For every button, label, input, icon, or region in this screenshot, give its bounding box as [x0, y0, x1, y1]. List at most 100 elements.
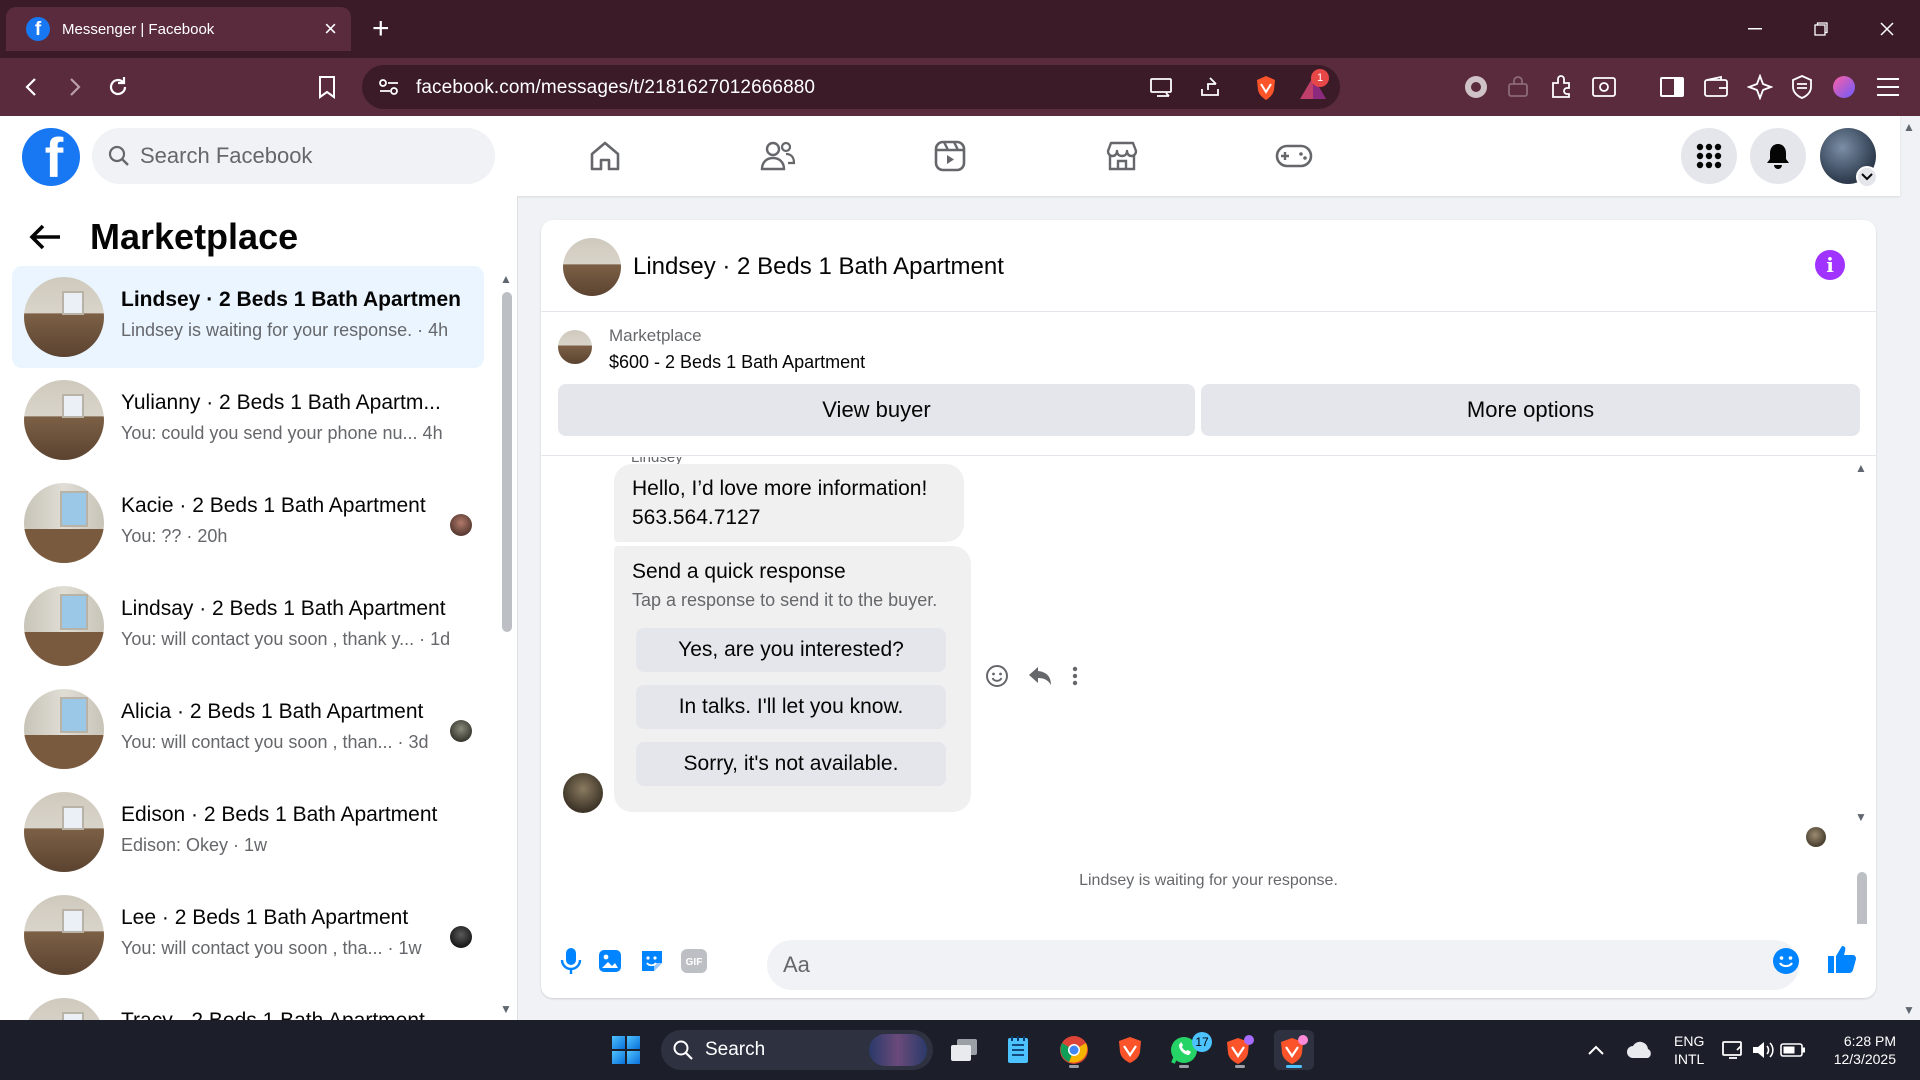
more-vertical-icon[interactable]	[1071, 665, 1079, 687]
quick-response-yes-button[interactable]: Yes, are you interested?	[636, 628, 946, 672]
chat-scroll-down-icon[interactable]: ▼	[1855, 810, 1867, 824]
address-bar[interactable]: facebook.com/messages/t/2181627012666880	[362, 65, 1340, 109]
notepad-icon[interactable]	[998, 1030, 1038, 1070]
brave-icon[interactable]	[1110, 1030, 1150, 1070]
profile-icon[interactable]	[1828, 71, 1860, 103]
chat-scrollbar[interactable]	[1857, 872, 1867, 924]
sidebar-icon[interactable]	[1656, 71, 1688, 103]
info-icon[interactable]: i	[1815, 250, 1845, 280]
search-input[interactable]	[140, 143, 440, 169]
like-thumbs-up-icon[interactable]	[1826, 944, 1856, 974]
view-buyer-button[interactable]: View buyer	[558, 384, 1195, 436]
chat-scroll-up-icon[interactable]: ▲	[1855, 461, 1867, 475]
system-clock[interactable]: 6:28 PM 12/3/2025	[1824, 1032, 1896, 1068]
share-icon[interactable]	[1194, 71, 1226, 103]
conversation-item[interactable]: Lindsey · 2 Beds 1 Bath Apartment Lindse…	[12, 266, 484, 368]
minimize-icon[interactable]	[1722, 0, 1788, 58]
menu-grid-icon[interactable]	[1681, 128, 1737, 184]
back-icon[interactable]	[16, 71, 48, 103]
browser-tab[interactable]: f Messenger | Facebook ×	[6, 7, 351, 51]
seen-avatar	[450, 926, 472, 948]
reader-icon[interactable]	[1588, 71, 1620, 103]
quick-response-in-talks-button[interactable]: In talks. I'll let you know.	[636, 685, 946, 729]
page-scroll-down-icon[interactable]: ▼	[1903, 1003, 1915, 1017]
extensions-icon[interactable]	[1546, 71, 1578, 103]
conversation-name: Lindsey · 2 Beds 1 Bath Apartment	[121, 288, 461, 311]
message-text-line: Hello, I’d love more information!	[632, 477, 928, 500]
sender-avatar[interactable]	[563, 773, 603, 813]
message-input[interactable]	[767, 940, 1799, 990]
photo-icon[interactable]	[595, 946, 625, 976]
chat-listing-avatar[interactable]	[563, 238, 621, 296]
brave-active-icon[interactable]	[1274, 1030, 1314, 1070]
listing-thumbnail	[24, 895, 104, 975]
language-indicator[interactable]: ENG INTL	[1674, 1032, 1704, 1068]
network-icon[interactable]	[1718, 1030, 1748, 1070]
wallet-lock-icon[interactable]	[1502, 71, 1534, 103]
sticker-icon[interactable]	[637, 946, 667, 976]
home-icon[interactable]	[583, 134, 627, 178]
conversation-preview: You: could you send your phone nu... 4h	[121, 423, 443, 443]
video-icon[interactable]	[928, 134, 972, 178]
conversation-item[interactable]: Edison · 2 Beds 1 Bath Apartment Edison:…	[12, 781, 484, 883]
chat-title[interactable]: Lindsey · 2 Beds 1 Bath Apartment	[633, 253, 1004, 281]
react-emoji-icon[interactable]	[985, 664, 1009, 688]
conversation-item[interactable]: Lee · 2 Beds 1 Bath Apartment You: will …	[12, 884, 484, 986]
account-chevron-down-icon[interactable]	[1856, 166, 1878, 188]
site-settings-icon[interactable]	[378, 77, 400, 97]
conversation-item[interactable]: Yulianny · 2 Beds 1 Bath Apartm... You: …	[12, 369, 484, 471]
volume-icon[interactable]	[1748, 1030, 1778, 1070]
gaming-icon[interactable]	[1272, 134, 1316, 178]
brave-shields-icon[interactable]	[1252, 74, 1280, 100]
microphone-icon[interactable]	[556, 946, 586, 976]
more-options-button[interactable]: More options	[1201, 384, 1860, 436]
taskbar-search[interactable]: Search	[661, 1030, 933, 1070]
conversation-item[interactable]: Kacie · 2 Beds 1 Bath Apartment You: ?? …	[12, 472, 484, 574]
conversation-preview: You: will contact you soon , tha... · 1w	[121, 938, 422, 958]
restore-icon[interactable]	[1788, 0, 1854, 58]
marketplace-icon[interactable]	[1100, 134, 1144, 178]
close-window-icon[interactable]	[1854, 0, 1920, 58]
conversation-item[interactable]: Lindsay · 2 Beds 1 Bath Apartment You: w…	[12, 575, 484, 677]
conversation-item[interactable]: Tracy · 2 Beds 1 Bath Apartment	[12, 987, 484, 1020]
chat-panel: Lindsey · 2 Beds 1 Bath Apartment i Mark…	[541, 220, 1876, 998]
tray-overflow-chevron-icon[interactable]	[1580, 1030, 1612, 1070]
menu-icon[interactable]	[1872, 71, 1904, 103]
facebook-logo[interactable]: f	[22, 128, 80, 186]
sidebar-scrollbar[interactable]	[502, 292, 512, 632]
gif-icon[interactable]: GIF	[679, 946, 709, 976]
quick-response-not-available-button[interactable]: Sorry, it's not available.	[636, 742, 946, 786]
facebook-favicon-icon: f	[26, 17, 50, 41]
brave-profile-icon[interactable]	[1220, 1030, 1260, 1070]
onedrive-cloud-icon[interactable]	[1622, 1030, 1658, 1070]
cast-icon[interactable]	[1146, 71, 1178, 103]
wallet-icon[interactable]	[1700, 71, 1732, 103]
windows-start-icon[interactable]	[606, 1030, 646, 1070]
task-view-icon[interactable]	[944, 1030, 984, 1070]
back-arrow-icon[interactable]	[28, 222, 62, 252]
whatsapp-icon[interactable]: 17	[1164, 1030, 1212, 1070]
vpn-shield-icon[interactable]	[1786, 71, 1818, 103]
record-icon[interactable]	[1460, 71, 1492, 103]
battery-icon[interactable]	[1778, 1030, 1808, 1070]
notifications-bell-icon[interactable]	[1750, 128, 1806, 184]
waiting-notice: Lindsey is waiting for your response.	[1079, 872, 1338, 889]
friends-icon[interactable]	[756, 134, 800, 178]
conversation-item[interactable]: Alicia · 2 Beds 1 Bath Apartment You: wi…	[12, 678, 484, 780]
scroll-down-arrow-icon[interactable]: ▼	[500, 1002, 512, 1016]
listing-title[interactable]: $600 - 2 Beds 1 Bath Apartment	[609, 352, 865, 373]
reply-icon[interactable]	[1027, 665, 1053, 687]
forward-icon[interactable]	[58, 71, 90, 103]
facebook-search[interactable]	[92, 128, 495, 184]
emoji-icon[interactable]	[1771, 946, 1801, 976]
page-scroll-up-icon[interactable]: ▲	[1903, 120, 1915, 134]
quick-response-title: Send a quick response	[632, 560, 846, 583]
tab-close-icon[interactable]: ×	[324, 18, 337, 40]
new-tab-button[interactable]: +	[372, 12, 390, 46]
scroll-up-arrow-icon[interactable]: ▲	[500, 272, 512, 286]
message-bubble[interactable]: Hello, I’d love more information! 563.56…	[614, 464, 964, 542]
reload-icon[interactable]	[102, 71, 134, 103]
leo-ai-icon[interactable]	[1744, 71, 1776, 103]
chrome-icon[interactable]	[1054, 1030, 1094, 1070]
bookmark-icon[interactable]	[311, 71, 343, 103]
